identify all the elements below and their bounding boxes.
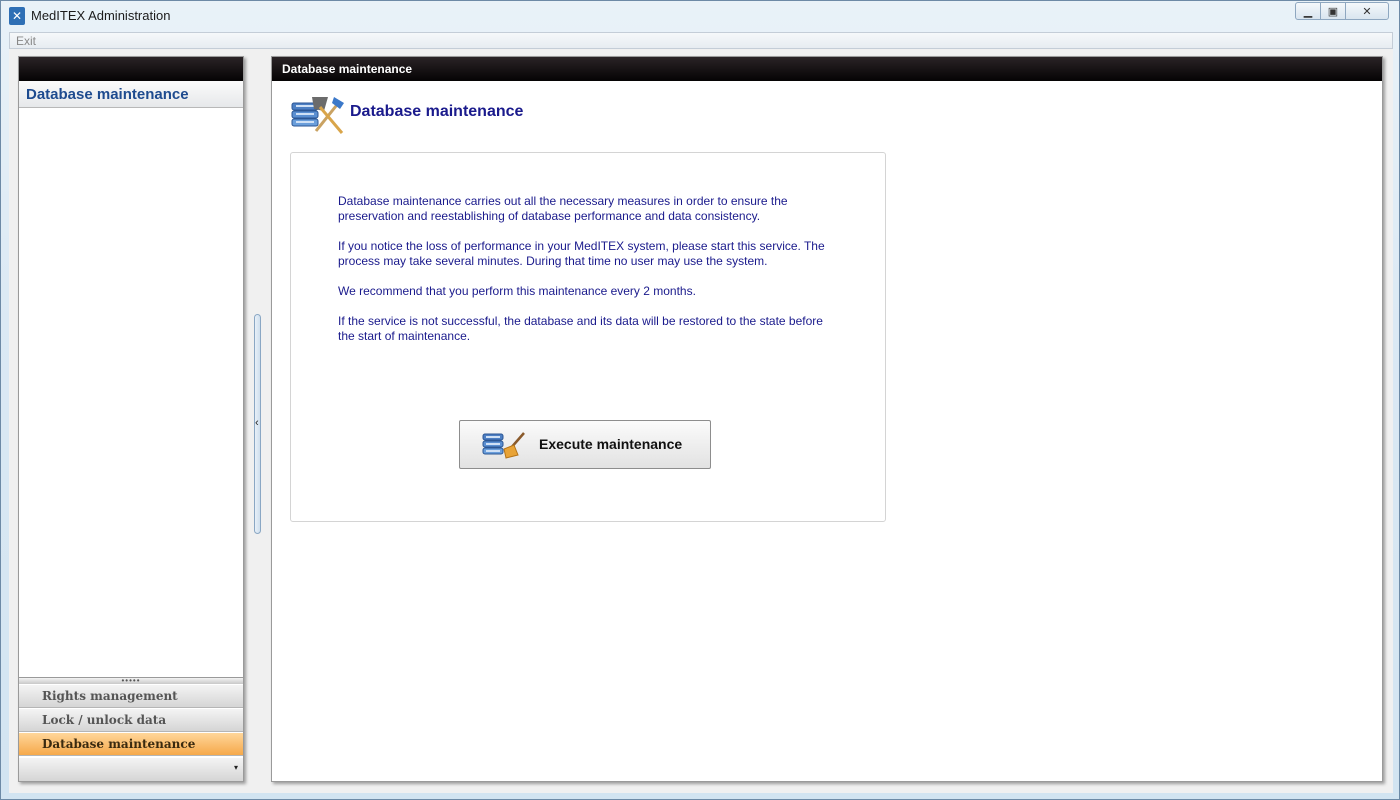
nav-group-title: Database maintenance	[19, 81, 243, 108]
navigation-panel: Database maintenance ••••• Rights manage…	[18, 56, 244, 782]
wrench-icon: ✕	[9, 7, 25, 25]
database-broom-icon	[482, 432, 525, 459]
menu-bar: Exit	[9, 32, 1393, 49]
chevron-down-icon[interactable]: ▾	[234, 763, 238, 772]
execute-maintenance-label: Execute maintenance	[539, 436, 683, 452]
window-title: MedITEX Administration	[31, 8, 171, 23]
restore-paragraph: If the service is not successful, the da…	[338, 314, 823, 343]
app-window: ✕ MedITEX Administration ▁ ▣ ✕ Exit Data…	[0, 0, 1400, 800]
main-panel: Database maintenance Database maintenanc…	[271, 56, 1383, 782]
window-controls: ▁ ▣ ✕	[1295, 2, 1389, 20]
recommendation-paragraph: We recommend that you perform this maint…	[338, 284, 696, 298]
client-area: Database maintenance ••••• Rights manage…	[9, 49, 1393, 793]
description-paragraph: Database maintenance carries out all the…	[338, 194, 788, 223]
execute-maintenance-button[interactable]: Execute maintenance	[459, 420, 711, 469]
chevron-left-icon[interactable]: ‹	[255, 418, 259, 429]
title-bar: ✕ MedITEX Administration ▁ ▣ ✕	[1, 1, 1399, 31]
database-broom-icon	[291, 97, 344, 134]
minimize-button[interactable]: ▁	[1295, 2, 1321, 20]
maintenance-info-box: Database maintenance carries out all the…	[290, 152, 886, 522]
menu-item-exit[interactable]: Exit	[16, 34, 36, 48]
nav-item-rights-management[interactable]: Rights management	[19, 685, 243, 708]
nav-splitter[interactable]: •••••	[19, 677, 243, 685]
nav-item-database-maintenance[interactable]: Database maintenance	[19, 733, 243, 756]
maximize-button[interactable]: ▣	[1320, 2, 1346, 20]
nav-item-lock-unlock-data[interactable]: Lock / unlock data	[19, 709, 243, 732]
main-header-bar: Database maintenance	[272, 57, 1382, 81]
page-title: Database maintenance	[350, 103, 524, 120]
close-button[interactable]: ✕	[1345, 2, 1389, 20]
nav-overflow-bar: ▾	[19, 758, 243, 781]
nav-header-bar	[19, 57, 243, 81]
performance-paragraph: If you notice the loss of performance in…	[338, 239, 825, 268]
